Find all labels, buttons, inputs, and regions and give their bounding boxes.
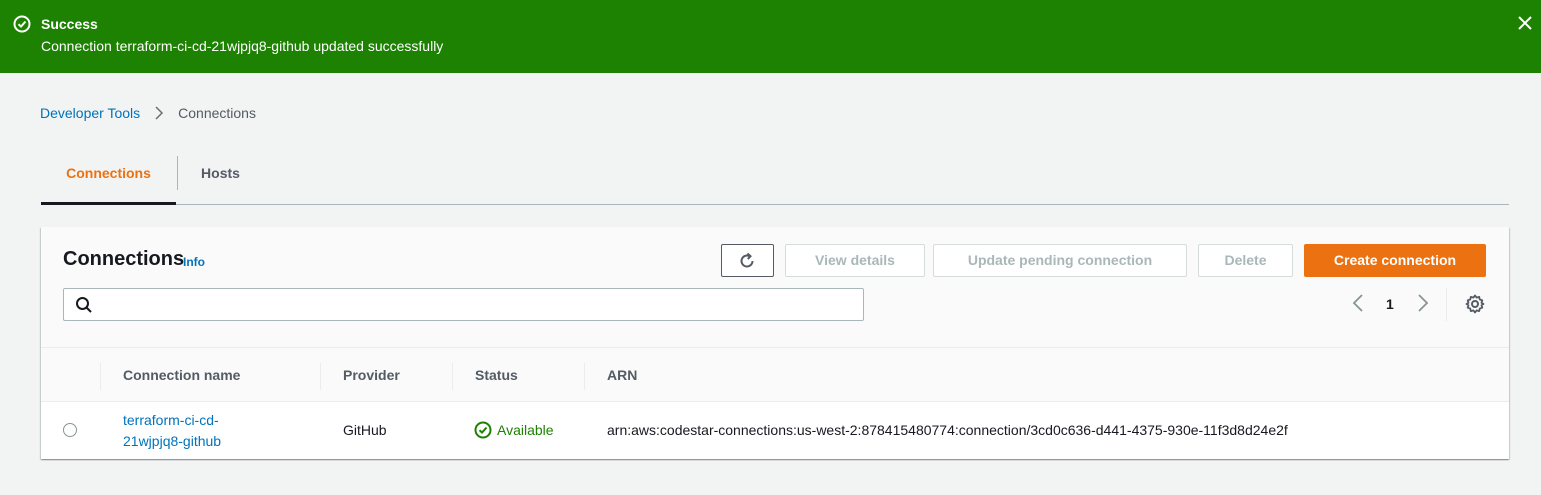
panel-header: Connections Info View details Update pen… [41, 227, 1509, 348]
success-flashbar: Success Connection terraform-ci-cd-21wjp… [0, 0, 1541, 73]
status-label: Available [497, 422, 554, 438]
column-header-provider[interactable]: Provider [343, 348, 400, 402]
arn-cell: arn:aws:codestar-connections:us-west-2:8… [607, 422, 1288, 438]
status-cell: Available [474, 421, 554, 439]
column-divider [100, 363, 101, 390]
provider-cell: GitHub [343, 422, 387, 438]
column-header-arn[interactable]: ARN [607, 348, 637, 402]
connections-panel: Connections Info View details Update pen… [41, 227, 1509, 459]
breadcrumb: Developer Tools Connections [40, 103, 256, 123]
chevron-right-icon [155, 106, 164, 120]
chevron-right-icon[interactable] [1417, 293, 1429, 313]
close-icon[interactable] [1516, 14, 1534, 32]
chevron-left-icon[interactable] [1352, 293, 1364, 313]
tab-connections[interactable]: Connections [41, 155, 176, 205]
create-connection-button[interactable]: Create connection [1304, 244, 1486, 277]
search-box [63, 288, 864, 321]
panel-title: Connections [63, 248, 185, 270]
search-input[interactable] [98, 289, 858, 320]
search-icon [76, 297, 92, 313]
table-row: terraform-ci-cd-21wjpjq8-github GitHub A… [41, 402, 1509, 459]
table-header: Connection name Provider Status ARN [41, 348, 1509, 402]
gear-icon[interactable] [1465, 294, 1485, 314]
info-link[interactable]: Info [183, 255, 205, 269]
refresh-button[interactable] [721, 244, 774, 277]
tab-hosts[interactable]: Hosts [177, 156, 263, 190]
column-header-connection-name[interactable]: Connection name [123, 348, 240, 402]
column-divider [320, 363, 321, 390]
delete-button[interactable]: Delete [1198, 244, 1293, 277]
column-header-status[interactable]: Status [475, 348, 518, 402]
check-circle-icon [474, 421, 492, 439]
connection-name-link[interactable]: terraform-ci-cd-21wjpjq8-github [123, 410, 263, 452]
column-divider [452, 363, 453, 390]
tab-bar: Connections Hosts [41, 155, 1509, 205]
refresh-icon [740, 252, 754, 268]
breadcrumb-developer-tools[interactable]: Developer Tools [40, 105, 140, 121]
pager-divider [1446, 288, 1447, 321]
view-details-button[interactable]: View details [785, 244, 925, 277]
column-divider [584, 363, 585, 390]
row-select-radio[interactable] [63, 423, 77, 437]
success-icon [13, 15, 31, 33]
breadcrumb-connections: Connections [178, 105, 256, 121]
flash-title: Success [41, 16, 98, 32]
flash-message: Connection terraform-ci-cd-21wjpjq8-gith… [41, 38, 444, 54]
update-pending-connection-button[interactable]: Update pending connection [933, 244, 1187, 277]
page-number[interactable]: 1 [1386, 296, 1394, 312]
